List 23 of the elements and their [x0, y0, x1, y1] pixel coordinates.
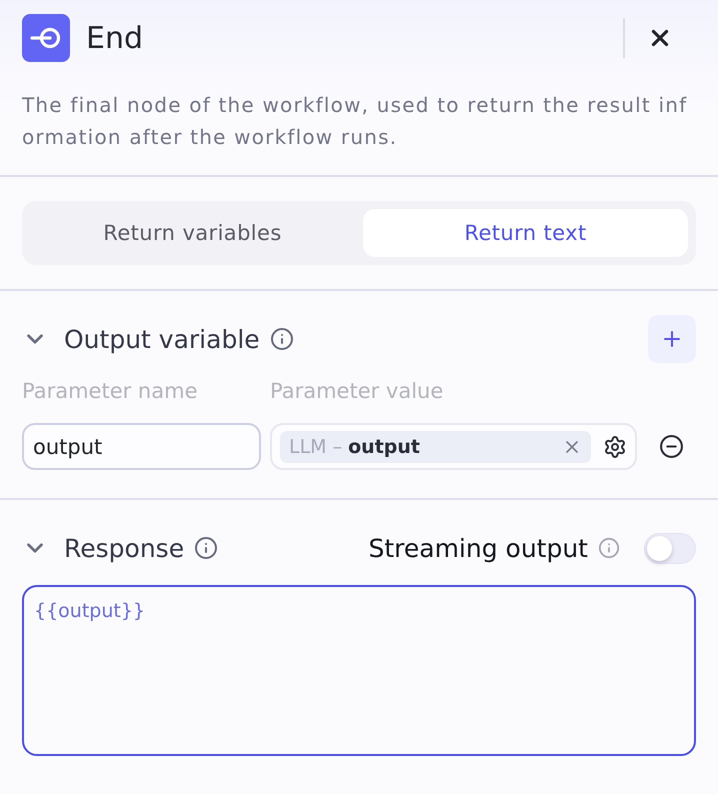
column-label: Parameter value: [270, 378, 444, 405]
info-icon[interactable]: [270, 327, 294, 351]
parameter-name-field[interactable]: output: [22, 423, 261, 470]
minus-circle-icon: [658, 434, 684, 459]
response-template-field[interactable]: {{output}}: [22, 585, 696, 756]
streaming-toggle[interactable]: [644, 532, 696, 564]
column-label: Parameter name: [22, 378, 198, 405]
variable-source: LLM –: [289, 436, 342, 458]
info-icon[interactable]: [194, 536, 218, 560]
remove-row-button[interactable]: [658, 434, 684, 459]
panel-title: End: [86, 20, 144, 56]
section-title: Response: [64, 534, 184, 562]
mode-tab[interactable]: Return variables: [30, 209, 355, 257]
section-title: Output variable: [64, 324, 260, 354]
settings-icon: [603, 434, 627, 458]
end-node-icon: [22, 14, 70, 62]
mode-tab[interactable]: Return text: [363, 209, 688, 257]
settings-button[interactable]: [603, 434, 627, 458]
add-variable-button[interactable]: [648, 315, 696, 363]
variable-name: output: [348, 436, 421, 458]
parameter-value-field[interactable]: LLM – output: [270, 423, 637, 470]
node-description: The final node of the workflow, used to return the result information after the workflow runs.: [22, 92, 688, 151]
streaming-label: Streaming output: [368, 534, 588, 562]
